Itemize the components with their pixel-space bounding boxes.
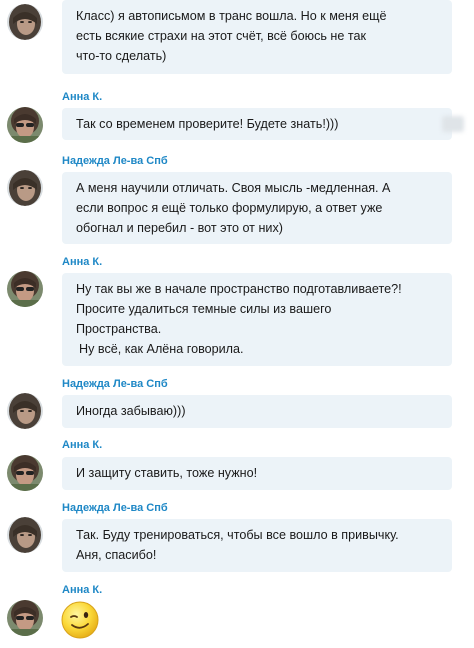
avatar-nadezhda[interactable] [7, 4, 43, 40]
message-line: Ну всё, как Алёна говорила. [79, 342, 244, 356]
message-bubble: Класс) я автописьмом в транс вошла. Но к… [62, 0, 452, 74]
message-line: если вопрос я ещё только формулирую, а о… [76, 201, 383, 215]
message-line: Так со временем проверите! Будете знать!… [76, 117, 339, 131]
message-line: Ну так вы же в начале пространство подго… [76, 282, 402, 296]
avatar-anna[interactable] [7, 107, 43, 143]
sender-name[interactable]: Анна К. [62, 256, 102, 268]
message-line: Класс) я автописьмом в транс вошла. Но к… [76, 9, 387, 23]
sender-name[interactable]: Анна К. [62, 584, 102, 596]
avatar-nadezhda[interactable] [7, 170, 43, 206]
message-bubble: А меня научили отличать. Своя мысль -мед… [62, 172, 452, 244]
message-line: что-то сделать) [76, 49, 167, 63]
sender-name[interactable]: Анна К. [62, 91, 102, 103]
avatar-nadezhda[interactable] [7, 393, 43, 429]
sender-name[interactable]: Надежда Ле-ва Спб [62, 502, 168, 514]
message-bubble: Ну так вы же в начале пространство подго… [62, 273, 452, 366]
message-bubble: Так. Буду тренироваться, чтобы все вошло… [62, 519, 452, 572]
avatar-anna[interactable] [7, 600, 43, 636]
message-line: есть всякие страхи на этот счёт, всё бою… [76, 29, 367, 43]
avatar-anna[interactable] [7, 271, 43, 307]
message-line: А меня научили отличать. Своя мысль -мед… [76, 181, 391, 195]
message-line: Аня, спасибо! [76, 548, 157, 562]
message-line: Пространства. [76, 322, 162, 336]
message-line: Иногда забываю))) [76, 404, 186, 418]
message-bubble: Иногда забываю))) [62, 395, 452, 428]
sender-name[interactable]: Анна К. [62, 439, 102, 451]
message-bubble: Так со временем проверите! Будете знать!… [62, 108, 452, 140]
message-line: обогнал и перебил - вот это от них) [76, 221, 283, 235]
chat-conversation: Класс) я автописьмом в транс вошла. Но к… [0, 0, 474, 648]
sender-name[interactable]: Надежда Ле-ва Спб [62, 378, 168, 390]
message-line: Так. Буду тренироваться, чтобы все вошло… [76, 528, 399, 542]
winking-face-emoji [60, 600, 100, 640]
avatar-nadezhda[interactable] [7, 517, 43, 553]
read-status-indicator [442, 116, 464, 132]
message-line: И защиту ставить, тоже нужно! [76, 466, 258, 480]
sender-name[interactable]: Надежда Ле-ва Спб [62, 155, 168, 167]
message-bubble: И защиту ставить, тоже нужно! [62, 457, 452, 490]
message-line: Просите удалиться темные силы из вашего [76, 302, 332, 316]
avatar-anna[interactable] [7, 455, 43, 491]
